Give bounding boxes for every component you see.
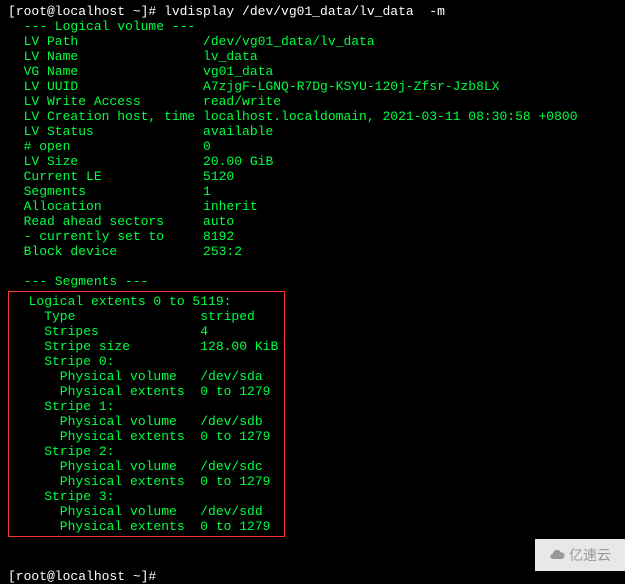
lv-row-readahead: Read ahead sectors auto	[0, 214, 625, 229]
seg-stripe3: Stripe 3:	[9, 489, 284, 504]
segments-section-header: --- Segments ---	[0, 274, 625, 289]
lv-row-current-le: Current LE 5120	[0, 169, 625, 184]
watermark-text: 亿速云	[569, 548, 611, 563]
command-prompt-1: [root@localhost ~]# lvdisplay /dev/vg01_…	[0, 4, 625, 19]
seg-stripe-size: Stripe size 128.00 KiB	[9, 339, 284, 354]
cloud-icon	[549, 547, 565, 563]
seg-logical-extents: Logical extents 0 to 5119:	[9, 294, 284, 309]
lv-row-name: LV Name lv_data	[0, 49, 625, 64]
lv-row-allocation: Allocation inherit	[0, 199, 625, 214]
seg-stripes: Stripes 4	[9, 324, 284, 339]
seg-stripe1: Stripe 1:	[9, 399, 284, 414]
blank-line-3	[0, 554, 625, 569]
lv-row-status: LV Status available	[0, 124, 625, 139]
seg-stripe1-pv: Physical volume /dev/sdb	[9, 414, 284, 429]
lv-row-segments: Segments 1	[0, 184, 625, 199]
blank-line-1	[0, 259, 625, 274]
lv-row-currentset: - currently set to 8192	[0, 229, 625, 244]
lv-row-vgname: VG Name vg01_data	[0, 64, 625, 79]
seg-stripe0: Stripe 0:	[9, 354, 284, 369]
seg-stripe1-pe: Physical extents 0 to 1279	[9, 429, 284, 444]
segments-highlight-box: Logical extents 0 to 5119: Type striped …	[8, 291, 285, 537]
seg-stripe2-pv: Physical volume /dev/sdc	[9, 459, 284, 474]
lv-row-path: LV Path /dev/vg01_data/lv_data	[0, 34, 625, 49]
seg-stripe0-pv: Physical volume /dev/sda	[9, 369, 284, 384]
blank-line-2	[0, 539, 625, 554]
seg-stripe2: Stripe 2:	[9, 444, 284, 459]
seg-stripe0-pe: Physical extents 0 to 1279	[9, 384, 284, 399]
seg-stripe3-pv: Physical volume /dev/sdd	[9, 504, 284, 519]
lv-row-open: # open 0	[0, 139, 625, 154]
lv-row-creation: LV Creation host, time localhost.localdo…	[0, 109, 625, 124]
watermark: 亿速云	[535, 539, 625, 571]
lv-row-blockdevice: Block device 253:2	[0, 244, 625, 259]
seg-stripe3-pe: Physical extents 0 to 1279	[9, 519, 284, 534]
lv-row-size: LV Size 20.00 GiB	[0, 154, 625, 169]
seg-type: Type striped	[9, 309, 284, 324]
lv-row-uuid: LV UUID A7zjgF-LGNQ-R7Dg-KSYU-120j-Zfsr-…	[0, 79, 625, 94]
lv-section-header: --- Logical volume ---	[0, 19, 625, 34]
lv-row-write-access: LV Write Access read/write	[0, 94, 625, 109]
seg-stripe2-pe: Physical extents 0 to 1279	[9, 474, 284, 489]
